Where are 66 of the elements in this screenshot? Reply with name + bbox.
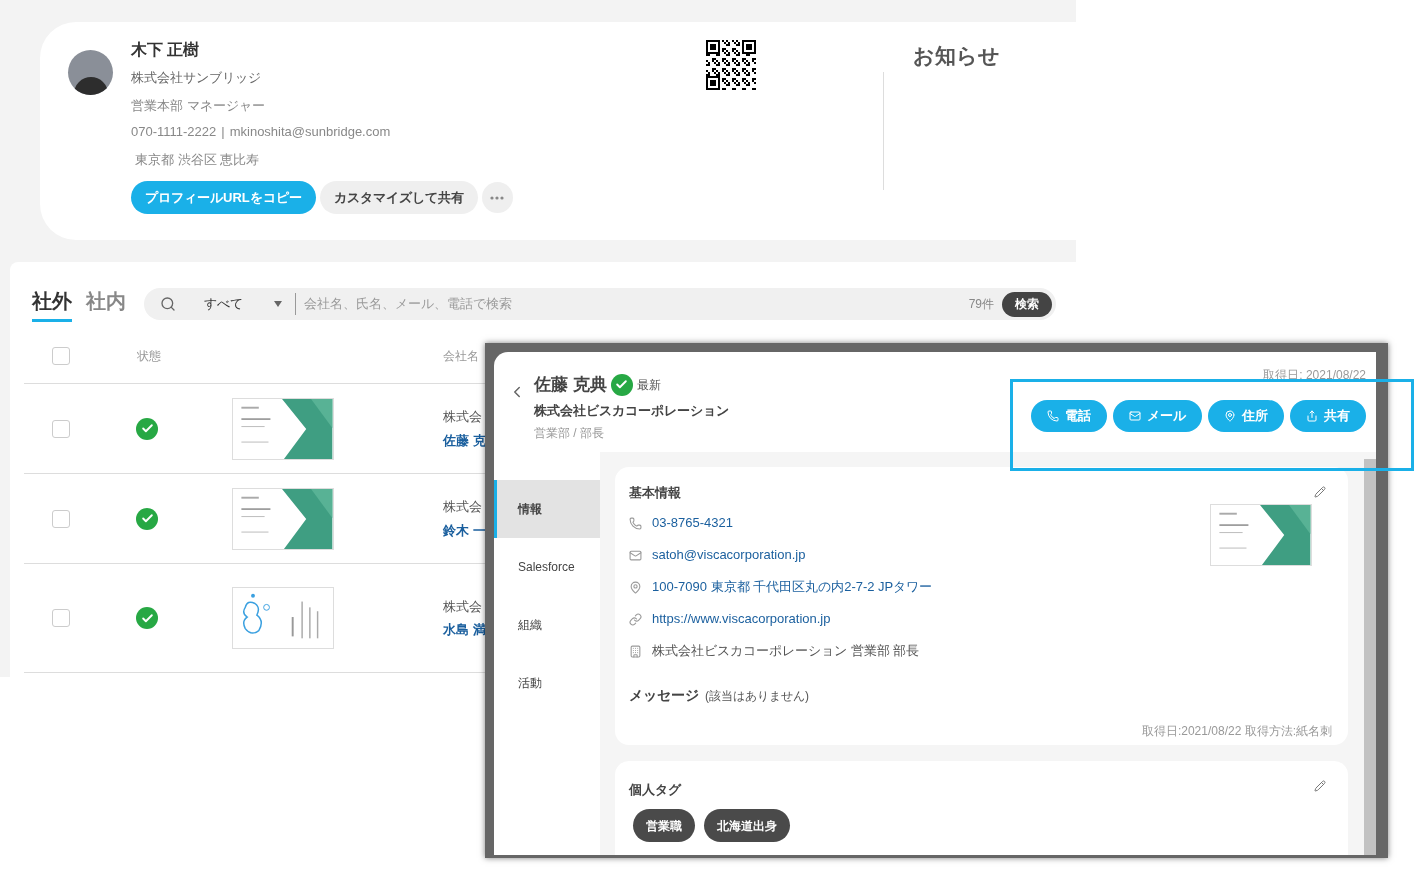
location-pin-icon: [629, 580, 642, 594]
company-name: 株式会社サンブリッジ: [131, 69, 262, 87]
phone-icon: [1047, 410, 1059, 422]
section-title: 基本情報: [629, 484, 681, 502]
location-pin-icon: [1224, 410, 1236, 422]
qr-code: [706, 40, 756, 90]
info-text[interactable]: https://www.viscacorporation.jp: [652, 609, 831, 629]
search-icon: [160, 296, 176, 312]
search-field[interactable]: 会社名、氏名、メール、電話で検索: [304, 294, 969, 314]
scrollbar[interactable]: [1364, 459, 1376, 855]
nav-item[interactable]: 活動: [494, 654, 600, 712]
row-checkbox[interactable]: [52, 609, 70, 627]
info-text[interactable]: 100-7090 東京都 千代田区丸の内2-7-2 JPタワー: [652, 577, 933, 597]
header-checkbox[interactable]: [52, 347, 70, 365]
company-name: 株式会社ビスカコーポレーション: [534, 401, 729, 420]
edit-icon[interactable]: [1314, 780, 1326, 792]
mail-icon: [629, 548, 642, 562]
avatar: [68, 50, 113, 95]
more-button[interactable]: [481, 182, 513, 213]
customize-share-button[interactable]: カスタマイズして共有: [319, 181, 478, 214]
search-button[interactable]: 検索: [1002, 291, 1052, 317]
tag-chip: 北海道出身: [704, 809, 790, 842]
company-name: 株式会: [443, 498, 483, 516]
link-icon: [629, 612, 642, 626]
edit-icon[interactable]: [1314, 486, 1326, 498]
share-icon: [1306, 410, 1318, 422]
mail-icon: [1129, 410, 1141, 422]
separator: |: [221, 123, 225, 141]
filter-dropdown[interactable]: すべて: [204, 294, 282, 314]
status-label: 最新: [636, 376, 661, 394]
more-dots-icon: [490, 195, 505, 200]
nav-item[interactable]: 情報: [494, 480, 600, 538]
profile-name: 木下 正樹: [131, 40, 201, 60]
column-header: 会社名: [443, 348, 479, 365]
result-count: 79件: [968, 296, 994, 313]
message-value: (該当はありません): [705, 687, 809, 705]
address: 東京都 渋谷区 恵比寿: [134, 150, 261, 169]
info-text: 株式会社ビスカコーポレーション 営業部 部長: [652, 642, 920, 661]
row-checkbox[interactable]: [52, 509, 70, 528]
company-name: 株式会: [443, 597, 483, 616]
job-title: 営業本部 マネージャー: [131, 96, 266, 115]
contact-name[interactable]: 佐藤 克: [443, 430, 486, 450]
department: 営業部 / 部長: [534, 425, 605, 442]
info-text[interactable]: 03-8765-4321: [652, 513, 733, 533]
tab[interactable]: 社内: [86, 286, 126, 322]
contact-name[interactable]: 水島 満: [443, 620, 486, 640]
column-header: 状態: [137, 348, 161, 365]
tab[interactable]: 社外: [32, 286, 72, 322]
row-checkbox[interactable]: [52, 419, 70, 438]
phone-number: 070-1111-2222: [131, 123, 217, 141]
company-name: 株式会: [443, 408, 483, 426]
contact-name: 佐藤 克典: [534, 374, 607, 396]
email-address: mkinoshita@sunbridge.com: [229, 123, 391, 141]
info-text[interactable]: satoh@viscacorporation.jp: [652, 545, 806, 565]
acquisition-info: 取得日:2021/08/22 取得方法:紙名刺: [1141, 722, 1333, 740]
building-icon: [629, 644, 642, 658]
message-label: メッセージ: [629, 685, 699, 705]
phone-icon: [629, 516, 642, 530]
notices-title: お知らせ: [913, 44, 1000, 67]
tag-chip: 営業職: [633, 809, 695, 842]
contact-name[interactable]: 鈴木 一: [443, 520, 486, 540]
nav-item[interactable]: 組織: [494, 596, 600, 654]
dropdown-caret-icon: [274, 301, 282, 307]
section-title: 個人タグ: [629, 782, 681, 797]
nav-item[interactable]: Salesforce: [494, 538, 600, 596]
search-bar[interactable]: すべて 会社名、氏名、メール、電話で検索 79件 検索: [144, 288, 1056, 320]
